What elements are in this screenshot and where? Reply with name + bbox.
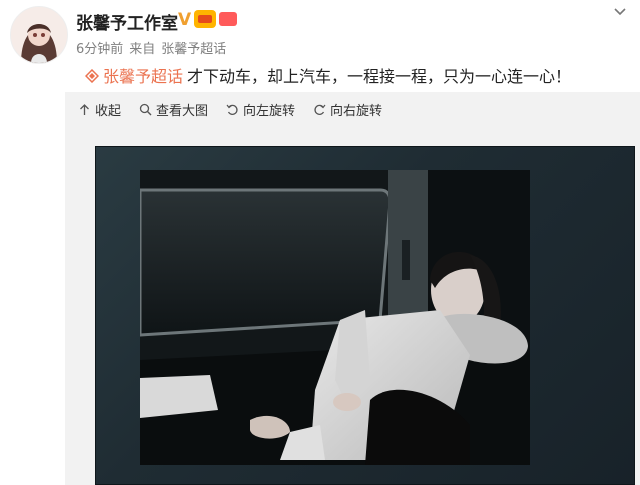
topic-diamond-icon xyxy=(85,69,99,83)
media-toolbar: 收起 查看大图 向左旋转 向右旋转 xyxy=(78,100,382,119)
post-text: 才下动车，却上汽车，一程接一程，只为一心连一心！ xyxy=(187,67,572,86)
avatar[interactable] xyxy=(10,6,68,64)
verified-icon: V xyxy=(178,10,192,30)
collapse-button[interactable]: 收起 xyxy=(78,100,121,119)
rotate-right-label: 向右旋转 xyxy=(330,104,383,119)
post-photo[interactable] xyxy=(140,170,530,465)
fan-badge-icon[interactable] xyxy=(219,12,237,26)
photo-scene xyxy=(140,170,530,465)
post-time: 6分钟前 xyxy=(76,42,124,57)
view-large-label: 查看大图 xyxy=(156,104,209,119)
rotate-right-icon xyxy=(314,104,326,115)
rotate-left-label: 向左旋转 xyxy=(243,104,296,119)
rotate-left-button[interactable]: 向左旋转 xyxy=(226,100,295,119)
view-large-button[interactable]: 查看大图 xyxy=(139,100,208,119)
post-meta: 6分钟前 来自 张馨予超话 xyxy=(76,38,232,57)
post-content: 张馨予超话 才下动车，却上汽车，一程接一程，只为一心连一心！ xyxy=(85,63,571,87)
avatar-illustration xyxy=(11,7,67,63)
account-name[interactable]: 张馨予工作室 xyxy=(76,9,178,34)
collapse-arrow-icon xyxy=(80,104,89,115)
magnifier-icon xyxy=(139,103,152,116)
collapse-label: 收起 xyxy=(95,104,122,119)
chevron-down-icon[interactable] xyxy=(612,4,628,20)
source-prefix: 来自 xyxy=(129,42,156,57)
topic-link[interactable]: 张馨予超话 xyxy=(103,67,183,86)
source-link[interactable]: 张馨予超话 xyxy=(161,42,226,57)
rotate-right-button[interactable]: 向右旋转 xyxy=(313,100,382,119)
vip-badge-icon[interactable] xyxy=(194,10,216,28)
rotate-left-icon xyxy=(226,104,238,115)
